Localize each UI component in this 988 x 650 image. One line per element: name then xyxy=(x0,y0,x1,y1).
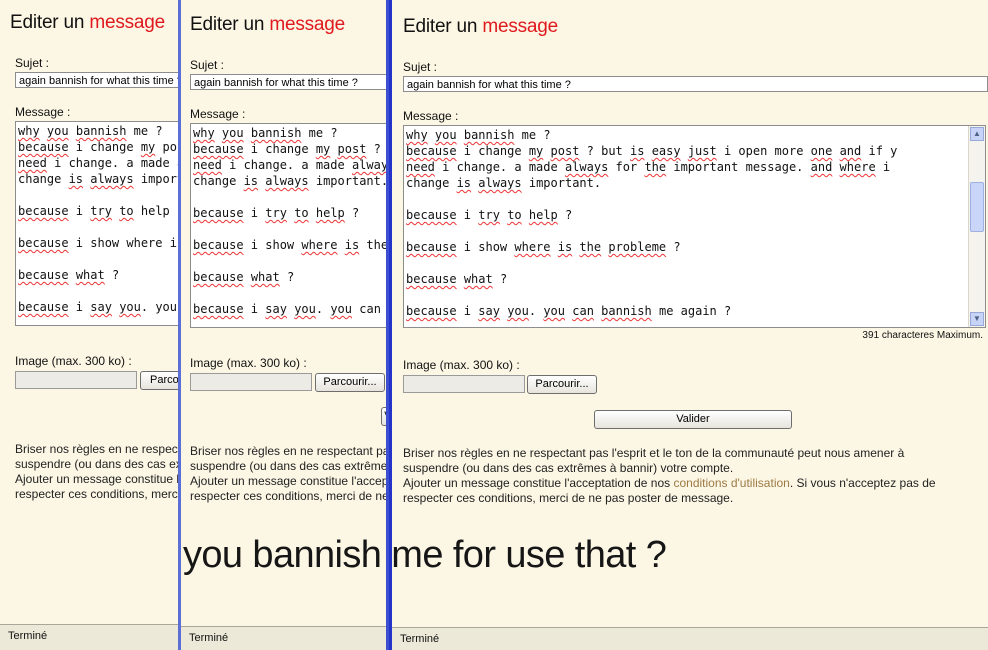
browse-button[interactable]: Parcourir... xyxy=(315,373,385,392)
message-textarea[interactable]: why you bannish me ? because i change my… xyxy=(403,125,986,328)
subject-input[interactable]: again bannish for what this time ? xyxy=(403,76,988,92)
browse-button[interactable]: Parcourir... xyxy=(527,375,597,394)
rules-text: Briser nos règles en ne respectant pas l… xyxy=(15,442,179,501)
status-text: Terminé xyxy=(400,633,440,645)
scroll-down-icon[interactable]: ▼ xyxy=(970,312,984,326)
subject-label: Sujet : xyxy=(403,60,438,74)
image-label: Image (max. 300 ko) : xyxy=(403,358,520,372)
subject-input[interactable]: again bannish for what this time ? xyxy=(190,74,386,90)
edit-form-1: Editer un message xyxy=(10,12,165,34)
scroll-up-icon[interactable]: ▲ xyxy=(970,127,984,141)
submit-button[interactable]: Valider xyxy=(594,410,792,429)
status-text: Terminé xyxy=(8,630,48,642)
image-label: Image (max. 300 ko) : xyxy=(190,356,307,370)
subject-label: Sujet : xyxy=(15,56,50,70)
status-bar: Terminé xyxy=(392,627,988,650)
overlay-caption: you bannish me for use that ? xyxy=(183,534,667,576)
message-scrollbar[interactable]: ▲ ▼ xyxy=(968,126,985,327)
page-title: Editer un message xyxy=(190,14,346,35)
rules-text: Briser nos règles en ne respectant pas l… xyxy=(190,444,389,503)
message-text: why you bannish me ? because i change my… xyxy=(406,128,898,318)
terms-link[interactable]: conditions d'utilisation xyxy=(673,476,789,490)
message-text: why you bannish me ? because i change my… xyxy=(193,126,389,316)
edit-form-3: Editer un message xyxy=(403,16,558,38)
rules-text: Briser nos règles en ne respectant pas l… xyxy=(403,446,936,505)
browser-window-1: Editer un message Sujet : again bannish … xyxy=(0,0,179,650)
browse-button[interactable]: Parcourir... xyxy=(140,371,178,390)
page-title: Editer un message xyxy=(10,12,166,33)
message-textarea[interactable]: why you bannish me ? because i change my… xyxy=(15,121,178,326)
status-bar: Terminé xyxy=(0,624,178,650)
message-textarea[interactable]: why you bannish me ? because i change my… xyxy=(190,123,389,328)
message-label: Message : xyxy=(15,105,71,119)
char-limit-text: 391 characteres Maximum. xyxy=(862,330,983,341)
image-file-field[interactable] xyxy=(15,371,137,389)
status-bar: Terminé xyxy=(181,626,386,650)
scroll-thumb[interactable] xyxy=(970,182,984,232)
page-title: Editer un message xyxy=(403,16,559,37)
image-file-field[interactable] xyxy=(190,373,312,391)
subject-label: Sujet : xyxy=(190,58,225,72)
message-label: Message : xyxy=(190,107,246,121)
subject-input[interactable]: again bannish for what this time ? xyxy=(15,72,178,88)
message-text: why you bannish me ? because i change my… xyxy=(18,124,178,314)
status-text: Terminé xyxy=(189,632,229,644)
message-label: Message : xyxy=(403,109,459,123)
submit-button[interactable]: Valider xyxy=(381,407,386,426)
edit-form-2: Editer un message xyxy=(190,14,345,36)
image-file-field[interactable] xyxy=(403,375,525,393)
image-label: Image (max. 300 ko) : xyxy=(15,354,132,368)
